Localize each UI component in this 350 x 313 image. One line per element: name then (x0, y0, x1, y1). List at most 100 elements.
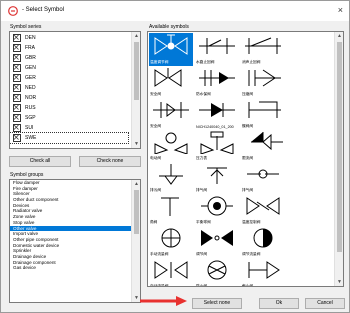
series-item[interactable]: GBR (10, 53, 128, 63)
scroll-down-icon[interactable]: ▼ (335, 278, 343, 286)
scroll-thumb[interactable] (337, 42, 342, 252)
symbols-scrollbar[interactable]: ▲ ▼ (334, 32, 343, 286)
checkbox-checked-icon[interactable] (13, 54, 21, 62)
check-all-button[interactable]: Check all (9, 156, 71, 167)
close-icon[interactable]: × (338, 5, 343, 15)
symbol-cell[interactable]: 自动流量阀 (149, 257, 193, 286)
symbol-cell[interactable]: 压力表 (195, 129, 239, 162)
ok-button[interactable]: Ok (259, 298, 299, 309)
symbol-glyph-icon (201, 230, 233, 246)
symbol-glyph-icon (200, 131, 234, 154)
select-symbol-dialog: - Select Symbol × Symbol series DEN FRA GB… (0, 0, 350, 313)
series-item-label: DEN (25, 35, 36, 41)
scroll-thumb[interactable] (134, 42, 139, 100)
symbol-cell[interactable] (287, 193, 331, 226)
symbol-glyph-icon (246, 197, 280, 215)
available-symbols-grid[interactable]: 温度调节阀 水路止回阀 消声止回阀 安全阀 防水保阀 压缩阀 安全阀 NICH1240040_… (147, 31, 344, 287)
checkbox-checked-icon[interactable] (13, 74, 21, 82)
symbol-cell[interactable]: 水路止回阀 (195, 33, 239, 66)
symbol-cell[interactable]: 角阀 (149, 193, 193, 226)
check-none-button[interactable]: Check none (79, 156, 141, 167)
symbol-glyph-icon (289, 66, 329, 90)
series-item-label: RUS (25, 105, 36, 111)
series-item[interactable]: RUS (10, 103, 128, 113)
series-item[interactable]: FRA (10, 43, 128, 53)
symbol-cell[interactable]: 排污阀 (149, 161, 193, 194)
symbol-cell[interactable]: 温度调节阀 (149, 33, 193, 66)
series-item[interactable]: NOR (10, 93, 128, 103)
symbol-cell[interactable]: 安全阀 (149, 97, 193, 130)
symbol-cell[interactable]: 防火阀 (195, 257, 239, 286)
checkbox-checked-icon[interactable] (13, 34, 21, 42)
symbol-cell[interactable]: 平衡球阀 (195, 193, 239, 226)
checkbox-checked-icon[interactable] (13, 114, 21, 122)
symbol-cell[interactable]: 电动阀 (149, 129, 193, 162)
scroll-thumb[interactable] (134, 190, 139, 234)
symbol-series-label: Symbol series (10, 24, 42, 30)
symbol-cell[interactable]: 调节阀 (195, 225, 239, 258)
title-bar: - Select Symbol × (1, 1, 349, 21)
symbol-cell[interactable]: 压缩阀 (241, 65, 285, 98)
series-item[interactable]: GER (10, 73, 128, 83)
symbol-cell[interactable]: 调节流量阀 (241, 225, 285, 258)
series-item-label: GER (25, 75, 36, 81)
symbol-groups-list[interactable]: Flow damper Fire damper Silencer Other duct… (9, 179, 141, 303)
symbol-glyph-icon (154, 34, 188, 55)
series-item[interactable]: SWE (10, 132, 129, 144)
symbol-glyph-icon (248, 69, 281, 87)
checkbox-checked-icon[interactable] (13, 44, 21, 52)
symbol-cell[interactable]: 温度控制阀 (241, 193, 285, 226)
symbol-glyph-icon (199, 70, 235, 86)
symbol-cell[interactable] (287, 65, 331, 98)
symbol-glyph-icon (251, 132, 283, 151)
symbol-cell[interactable] (287, 257, 331, 286)
symbol-cell[interactable] (287, 33, 331, 66)
checkbox-checked-icon[interactable] (13, 104, 21, 112)
symbol-cell[interactable] (287, 225, 331, 258)
series-item[interactable]: DEN (10, 33, 128, 43)
symbol-caption: 截止阀 (242, 284, 254, 287)
symbol-glyph-icon (289, 258, 329, 282)
symbol-cell[interactable]: 限流阀 (241, 129, 285, 162)
group-item[interactable]: Gas device (10, 265, 132, 271)
select-none-button[interactable]: Select none (192, 298, 242, 309)
symbol-groups-label: Symbol groups (10, 172, 44, 178)
scroll-up-icon[interactable]: ▲ (132, 180, 140, 188)
symbol-glyph-icon (199, 38, 235, 54)
checkbox-checked-icon[interactable] (13, 124, 21, 132)
symbol-cell[interactable]: 排气阀 (195, 161, 239, 194)
symbol-cell[interactable]: 排气阀 (241, 161, 285, 194)
series-item[interactable]: SGP (10, 113, 128, 123)
scroll-down-icon[interactable]: ▼ (132, 140, 140, 148)
checkbox-checked-icon[interactable] (13, 134, 21, 142)
symbol-glyph-icon (247, 169, 279, 179)
symbol-cell[interactable]: 蝶阀阀 (241, 97, 285, 130)
symbol-cell[interactable]: 安全阀 (149, 65, 193, 98)
symbol-cell[interactable] (287, 161, 331, 194)
series-item-label: SUI (25, 125, 34, 131)
symbol-cell[interactable] (287, 129, 331, 162)
symbol-glyph-icon (199, 103, 235, 117)
series-item[interactable]: SUI (10, 123, 128, 133)
groups-scrollbar[interactable]: ▲ ▼ (131, 180, 140, 302)
symbol-glyph-icon (207, 167, 227, 184)
symbol-glyph-icon (154, 261, 188, 279)
symbol-cell[interactable]: 手动流量阀 (149, 225, 193, 258)
checkbox-checked-icon[interactable] (13, 94, 21, 102)
window-title: - Select Symbol (22, 7, 65, 13)
symbol-series-list[interactable]: DEN FRA GBR GEN GER NED NOR RUS SGP SUI SWE ▲ ▼ (9, 31, 141, 149)
symbol-cell[interactable]: NICH1240040_01_200 (195, 97, 239, 130)
series-scrollbar[interactable]: ▲ ▼ (131, 32, 140, 148)
series-item[interactable]: GEN (10, 63, 128, 73)
symbol-cell[interactable]: 防水保阀 (195, 65, 239, 98)
scroll-up-icon[interactable]: ▲ (335, 32, 343, 40)
cancel-button[interactable]: Cancel (305, 298, 345, 309)
checkbox-checked-icon[interactable] (13, 84, 21, 92)
symbol-cell[interactable] (287, 97, 331, 130)
symbol-glyph-icon (248, 101, 281, 118)
symbol-cell[interactable]: 截止阀 (241, 257, 285, 287)
scroll-up-icon[interactable]: ▲ (132, 32, 140, 40)
series-item[interactable]: NED (10, 83, 128, 93)
symbol-cell[interactable]: 消声止回阀 (241, 33, 285, 66)
checkbox-checked-icon[interactable] (13, 64, 21, 72)
